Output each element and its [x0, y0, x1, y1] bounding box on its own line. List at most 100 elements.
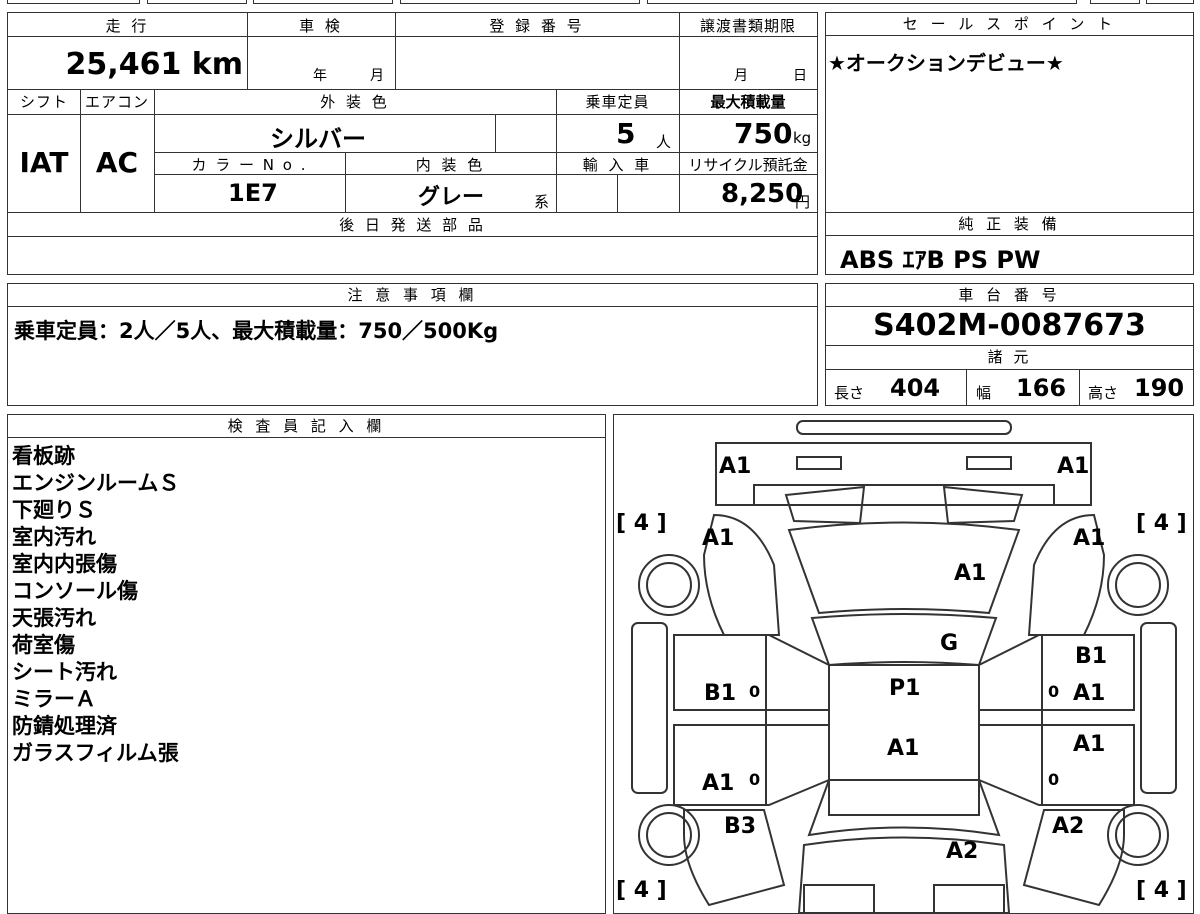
inspector-item: 室内汚れ — [12, 525, 96, 549]
damage-mark: A1 — [1073, 526, 1105, 551]
spec-length-value: 404 — [890, 374, 941, 402]
zero-mark: 0 — [1048, 682, 1059, 701]
inspection-label: 車 検 — [299, 17, 343, 35]
mileage-unit: km — [191, 47, 243, 82]
damage-mark: G — [940, 631, 958, 656]
door-rear-right — [978, 724, 1135, 806]
max-load-label: 最大積載量 — [710, 93, 786, 111]
inspector-item: エンジンルームＳ — [12, 471, 180, 495]
equipment-header: 純 正 装 備 — [826, 213, 1193, 236]
inspector-item: シート汚れ — [12, 660, 117, 684]
spec-height-value: 190 — [1134, 374, 1185, 402]
transfer-deadline-label: 譲渡書類期限 — [699, 17, 796, 35]
inspector-item: 天張汚れ — [12, 606, 96, 630]
notes-header: 注 意 事 項 欄 — [8, 284, 817, 307]
sales-point-header: セ ー ル ス ポ イ ン ト — [826, 13, 1193, 36]
rear-bumper-right — [933, 884, 1005, 913]
inspector-item: 室内内張傷 — [12, 552, 117, 576]
interior-color-label: 内 装 色 — [415, 156, 486, 174]
top-strip-cell — [253, 0, 393, 4]
top-strip-cell — [7, 0, 140, 4]
damage-mark: A1 — [1073, 681, 1105, 706]
inspector-items: 看板跡 エンジンルームＳ 下廻りＳ 室内汚れ 室内内張傷 コンソール傷 天張汚れ… — [12, 443, 179, 767]
top-strip-cell — [147, 0, 247, 4]
front-bumper — [715, 442, 1092, 506]
tire-rating: [ 4 ] — [616, 878, 667, 903]
mileage-label: 走 行 — [105, 17, 150, 35]
damage-mark: A1 — [887, 736, 919, 761]
shift-label: シフト — [19, 93, 68, 111]
color-no-value: 1E7 — [228, 179, 278, 207]
notes-value: 乗車定員：2人／5人、最大積載量：750／500Kg — [14, 319, 499, 343]
roof-front — [810, 613, 998, 667]
damage-mark: A2 — [946, 839, 978, 864]
top-strip-cell — [400, 0, 640, 4]
deadline-day: 日 — [793, 68, 807, 84]
sales-point-panel: セ ー ル ス ポ イ ン ト ★オークションデビュー★ — [825, 12, 1194, 213]
inspector-panel: 検 査 員 記 入 欄 看板跡 エンジンルームＳ 下廻りＳ 室内汚れ 室内内張傷… — [7, 414, 606, 914]
damage-mark: A2 — [1052, 814, 1084, 839]
imported-label: 輸 入 車 — [582, 156, 653, 174]
inspection-year: 年 — [313, 68, 327, 84]
inspector-item: 防錆処理済 — [12, 714, 117, 738]
chassis-value: S402M-0087673 — [873, 308, 1146, 343]
inspector-header: 検 査 員 記 入 欄 — [8, 415, 605, 438]
zero-mark: 0 — [749, 682, 760, 701]
interior-color-value: グレー — [418, 185, 485, 210]
inspector-item: ガラスフィルム張 — [12, 741, 179, 765]
top-strip-cell — [1146, 0, 1194, 4]
capacity-label: 乗車定員 — [585, 93, 650, 111]
recycle-unit: 円 — [795, 193, 811, 211]
wheel-front-right-inner — [1115, 562, 1161, 608]
top-strip-cell — [647, 0, 1077, 4]
front-bumper-strip — [796, 420, 1012, 435]
sales-point-value: ★オークションデビュー★ — [828, 51, 1064, 75]
damage-mark: A1 — [1073, 732, 1105, 757]
inspector-item: 看板跡 — [12, 444, 75, 468]
tire-rating: [ 4 ] — [1136, 511, 1187, 536]
damage-mark: A1 — [702, 771, 734, 796]
later-parts-label: 後 日 発 送 部 品 — [339, 216, 486, 234]
damage-mark: B1 — [704, 681, 736, 706]
equipment-panel: 純 正 装 備 ABS ｴｱB PS PW — [825, 212, 1194, 275]
damage-mark: B1 — [1075, 644, 1107, 669]
fog-lamp-left — [796, 456, 842, 470]
registration-label: 登 録 番 号 — [489, 17, 585, 35]
equipment-value: ABS ｴｱB PS PW — [840, 246, 1041, 274]
damage-mark: B3 — [724, 814, 756, 839]
sill-right — [1140, 622, 1177, 794]
spec-length-label: 長さ — [834, 384, 865, 402]
capacity-unit: 人 — [656, 133, 672, 151]
sill-left — [631, 622, 668, 794]
damage-mark: A1 — [702, 526, 734, 551]
top-strip-cell — [1090, 0, 1140, 4]
inspector-item: 荷室傷 — [12, 633, 75, 657]
specs-header: 諸 元 — [987, 348, 1032, 366]
interior-color-suffix: 系 — [534, 193, 550, 211]
tire-rating: [ 4 ] — [616, 511, 667, 536]
damage-mark: A1 — [719, 454, 751, 479]
deadline-month: 月 — [734, 68, 748, 84]
spec-width-value: 166 — [1016, 374, 1067, 402]
zero-mark: 0 — [749, 770, 760, 789]
hood — [753, 484, 1055, 506]
max-load-value: 750 — [734, 117, 793, 150]
spec-width-label: 幅 — [976, 384, 992, 402]
inspector-item: 下廻りＳ — [12, 498, 96, 522]
rear-window — [807, 779, 1001, 837]
inspector-item: ミラーＡ — [12, 687, 96, 711]
aircon-label: エアコン — [84, 93, 149, 111]
max-load-unit: kg — [793, 129, 812, 147]
shift-value: IAT — [19, 146, 69, 179]
notes-panel: 注 意 事 項 欄 乗車定員：2人／5人、最大積載量：750／500Kg — [7, 283, 818, 406]
car-diagram-panel: [ 4 ] [ 4 ] [ 4 ] [ 4 ] A1 A1 A1 A1 A1 G… — [613, 414, 1194, 914]
wheel-rear-right-inner — [1115, 812, 1161, 858]
recycle-value: 8,250 — [721, 179, 804, 209]
mileage-value: 25,461 km — [66, 47, 243, 82]
spec-height-label: 高さ — [1088, 384, 1119, 402]
damage-mark: P1 — [889, 676, 920, 701]
exterior-color-label: 外 装 色 — [320, 93, 390, 111]
aircon-value: AC — [95, 146, 139, 179]
main-info-table: 走 行 車 検 登 録 番 号 譲渡書類期限 25,461 km 年 月 月 日… — [7, 12, 818, 275]
inspector-item: コンソール傷 — [12, 579, 138, 603]
